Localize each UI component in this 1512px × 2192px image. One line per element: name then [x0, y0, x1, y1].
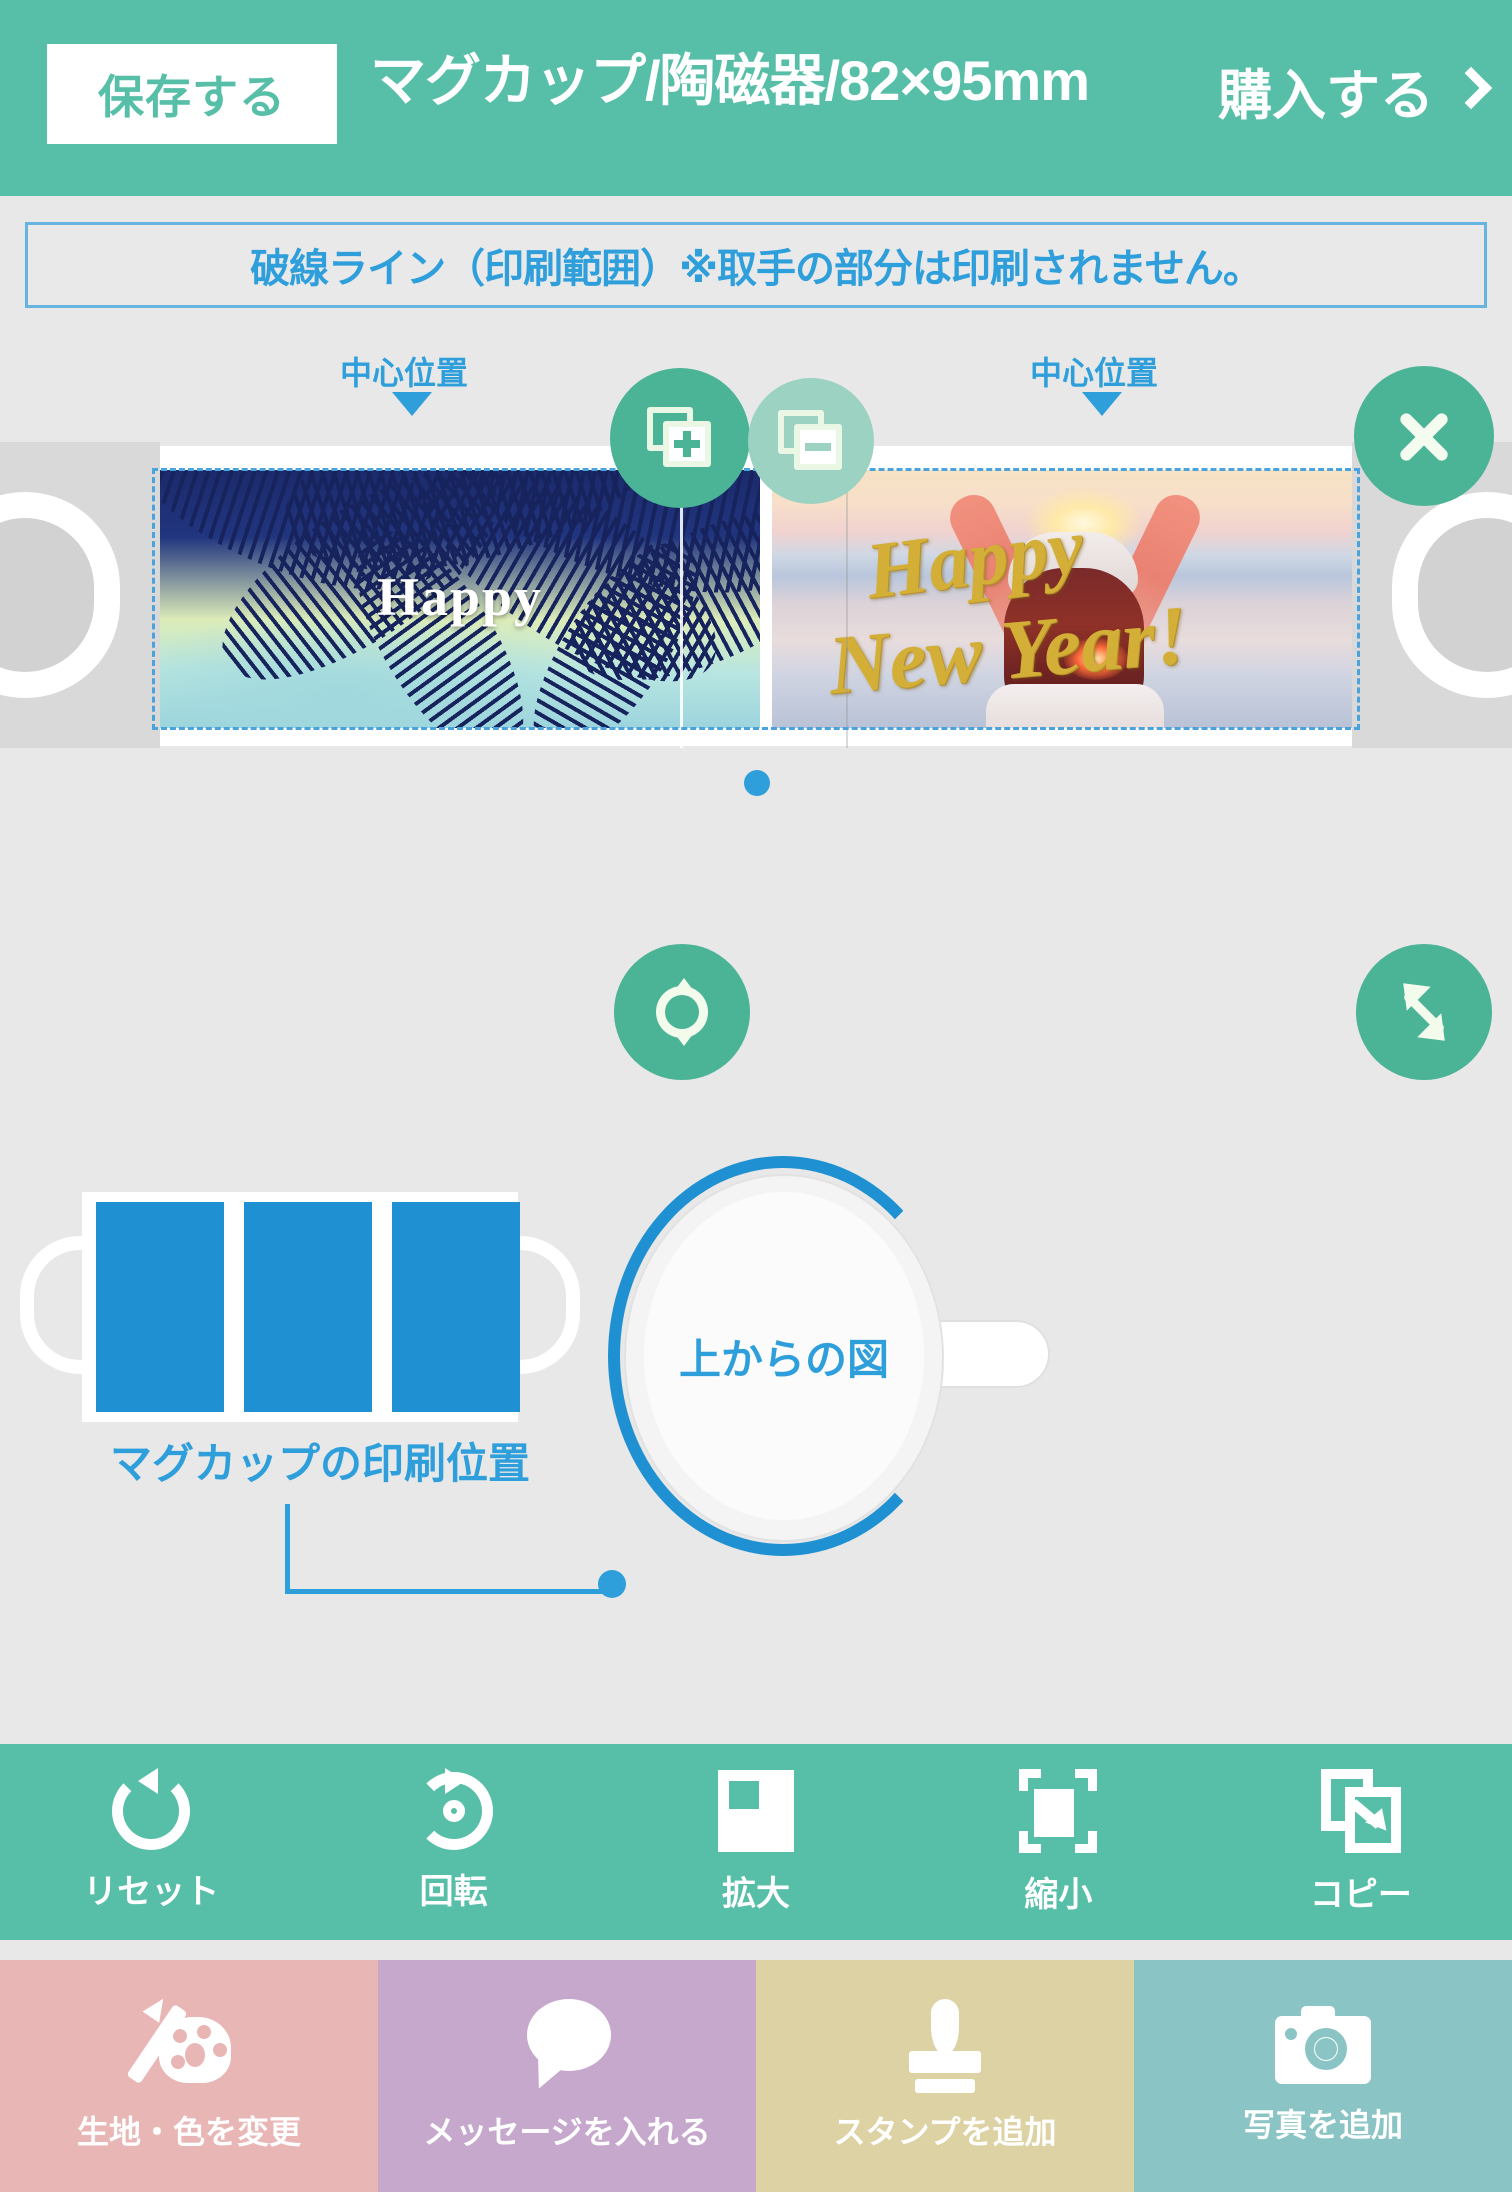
action-add-stamp[interactable]: スタンプを追加	[756, 1960, 1134, 2192]
shrink-icon	[1019, 1768, 1098, 1853]
print-area-notice-text: 破線ライン（印刷範囲）※取手の部分は印刷されません。	[250, 247, 1263, 291]
rotate-handle-button[interactable]	[614, 944, 750, 1080]
reset-icon	[112, 1767, 191, 1850]
diagram-leader-line	[285, 1504, 615, 1594]
tool-enlarge-label: 拡大	[722, 1874, 791, 1913]
mug-preview[interactable]: Happy Happy New Year!	[0, 442, 1512, 748]
add-content-bar: 生地・色を変更 メッセージを入れる スタンプを追加 写真を追加	[0, 1960, 1512, 2192]
mug-handle-right	[1392, 492, 1512, 698]
print-position-diagram: マグカップの印刷位置 上からの図	[0, 1130, 1512, 1744]
purchase-button[interactable]: 購入する	[1218, 40, 1493, 140]
mug-handle-left-zone	[0, 442, 160, 748]
top-view-interior: 上からの図	[644, 1192, 924, 1520]
close-button[interactable]	[1354, 366, 1494, 506]
top-view-label: 上からの図	[678, 1335, 889, 1383]
mug-side-view	[20, 1192, 580, 1422]
app-header: 保存する マグカップ/陶磁器/82×95mm 購入する	[0, 0, 1512, 196]
print-area-rect-1	[96, 1202, 224, 1412]
photo-layer-left[interactable]: Happy	[160, 470, 760, 728]
tool-rotate-label: 回転	[419, 1872, 488, 1911]
mug-top-view: 上からの図	[600, 1148, 1050, 1568]
center-marker-arrow-right	[1082, 392, 1122, 416]
layer-minus-icon	[778, 410, 844, 472]
action-add-photo-label: 写真を追加	[1242, 2107, 1403, 2143]
close-icon	[1393, 405, 1455, 467]
action-add-stamp-label: スタンプを追加	[833, 2114, 1057, 2150]
tool-copy[interactable]: コピー	[1210, 1768, 1512, 1916]
center-marker-arrow-left	[392, 392, 432, 416]
refresh-icon	[650, 978, 714, 1046]
tool-shrink[interactable]: 縮小	[907, 1768, 1209, 1916]
rotate-icon	[414, 1767, 493, 1850]
copy-icon	[1320, 1768, 1401, 1853]
design-canvas[interactable]: 中心位置 中心位置 Happy Happy New Year!	[0, 308, 1512, 796]
page-title: マグカップ/陶磁器/82×95mm	[370, 49, 1090, 112]
enlarge-icon	[718, 1769, 795, 1852]
resize-diagonal-icon	[1391, 971, 1457, 1053]
action-add-message[interactable]: メッセージを入れる	[378, 1960, 756, 2192]
mug-handle-left	[0, 492, 120, 698]
center-marker-label-left: 中心位置	[340, 355, 469, 391]
tool-reset-label: リセット	[83, 1872, 220, 1911]
tool-copy-label: コピー	[1309, 1875, 1412, 1914]
center-marker-label-right: 中心位置	[1030, 355, 1159, 391]
stamp-icon	[901, 1999, 989, 2093]
action-add-photo[interactable]: 写真を追加	[1134, 1960, 1512, 2192]
print-area-rect-2	[244, 1202, 372, 1412]
tool-shrink-label: 縮小	[1024, 1875, 1093, 1914]
tool-rotate[interactable]: 回転	[302, 1767, 604, 1913]
tool-enlarge[interactable]: 拡大	[605, 1769, 907, 1915]
speech-bubble-icon	[519, 1999, 615, 2095]
photo-left-caption: Happy	[376, 567, 544, 627]
layer-plus-icon	[647, 407, 713, 469]
print-area-notice: 破線ライン（印刷範囲）※取手の部分は印刷されません。	[25, 222, 1487, 308]
diagram-leader-dot	[598, 1570, 626, 1598]
action-change-material-color[interactable]: 生地・色を変更	[0, 1960, 378, 2192]
layer-remove-button[interactable]	[748, 378, 874, 504]
purchase-button-label: 購入する	[1218, 65, 1434, 126]
chevron-right-icon	[1449, 66, 1493, 110]
tool-reset[interactable]: リセット	[0, 1767, 302, 1913]
layer-add-button[interactable]	[610, 368, 750, 508]
selection-handle-dot[interactable]	[744, 770, 770, 796]
resize-handle-button[interactable]	[1356, 944, 1492, 1080]
photo-layer-right[interactable]: Happy New Year!	[772, 470, 1352, 728]
print-area-rect-3	[392, 1202, 520, 1412]
action-add-message-label: メッセージを入れる	[423, 2114, 711, 2150]
camera-icon	[1275, 2006, 1371, 2084]
save-button[interactable]: 保存する	[47, 44, 337, 144]
edit-toolbar: リセット 回転 拡大 縮小 コピー	[0, 1744, 1512, 1940]
action-change-material-color-label: 生地・色を変更	[76, 2114, 301, 2150]
print-position-label: マグカップの印刷位置	[110, 1440, 531, 1487]
palette-icon	[126, 1993, 235, 2091]
